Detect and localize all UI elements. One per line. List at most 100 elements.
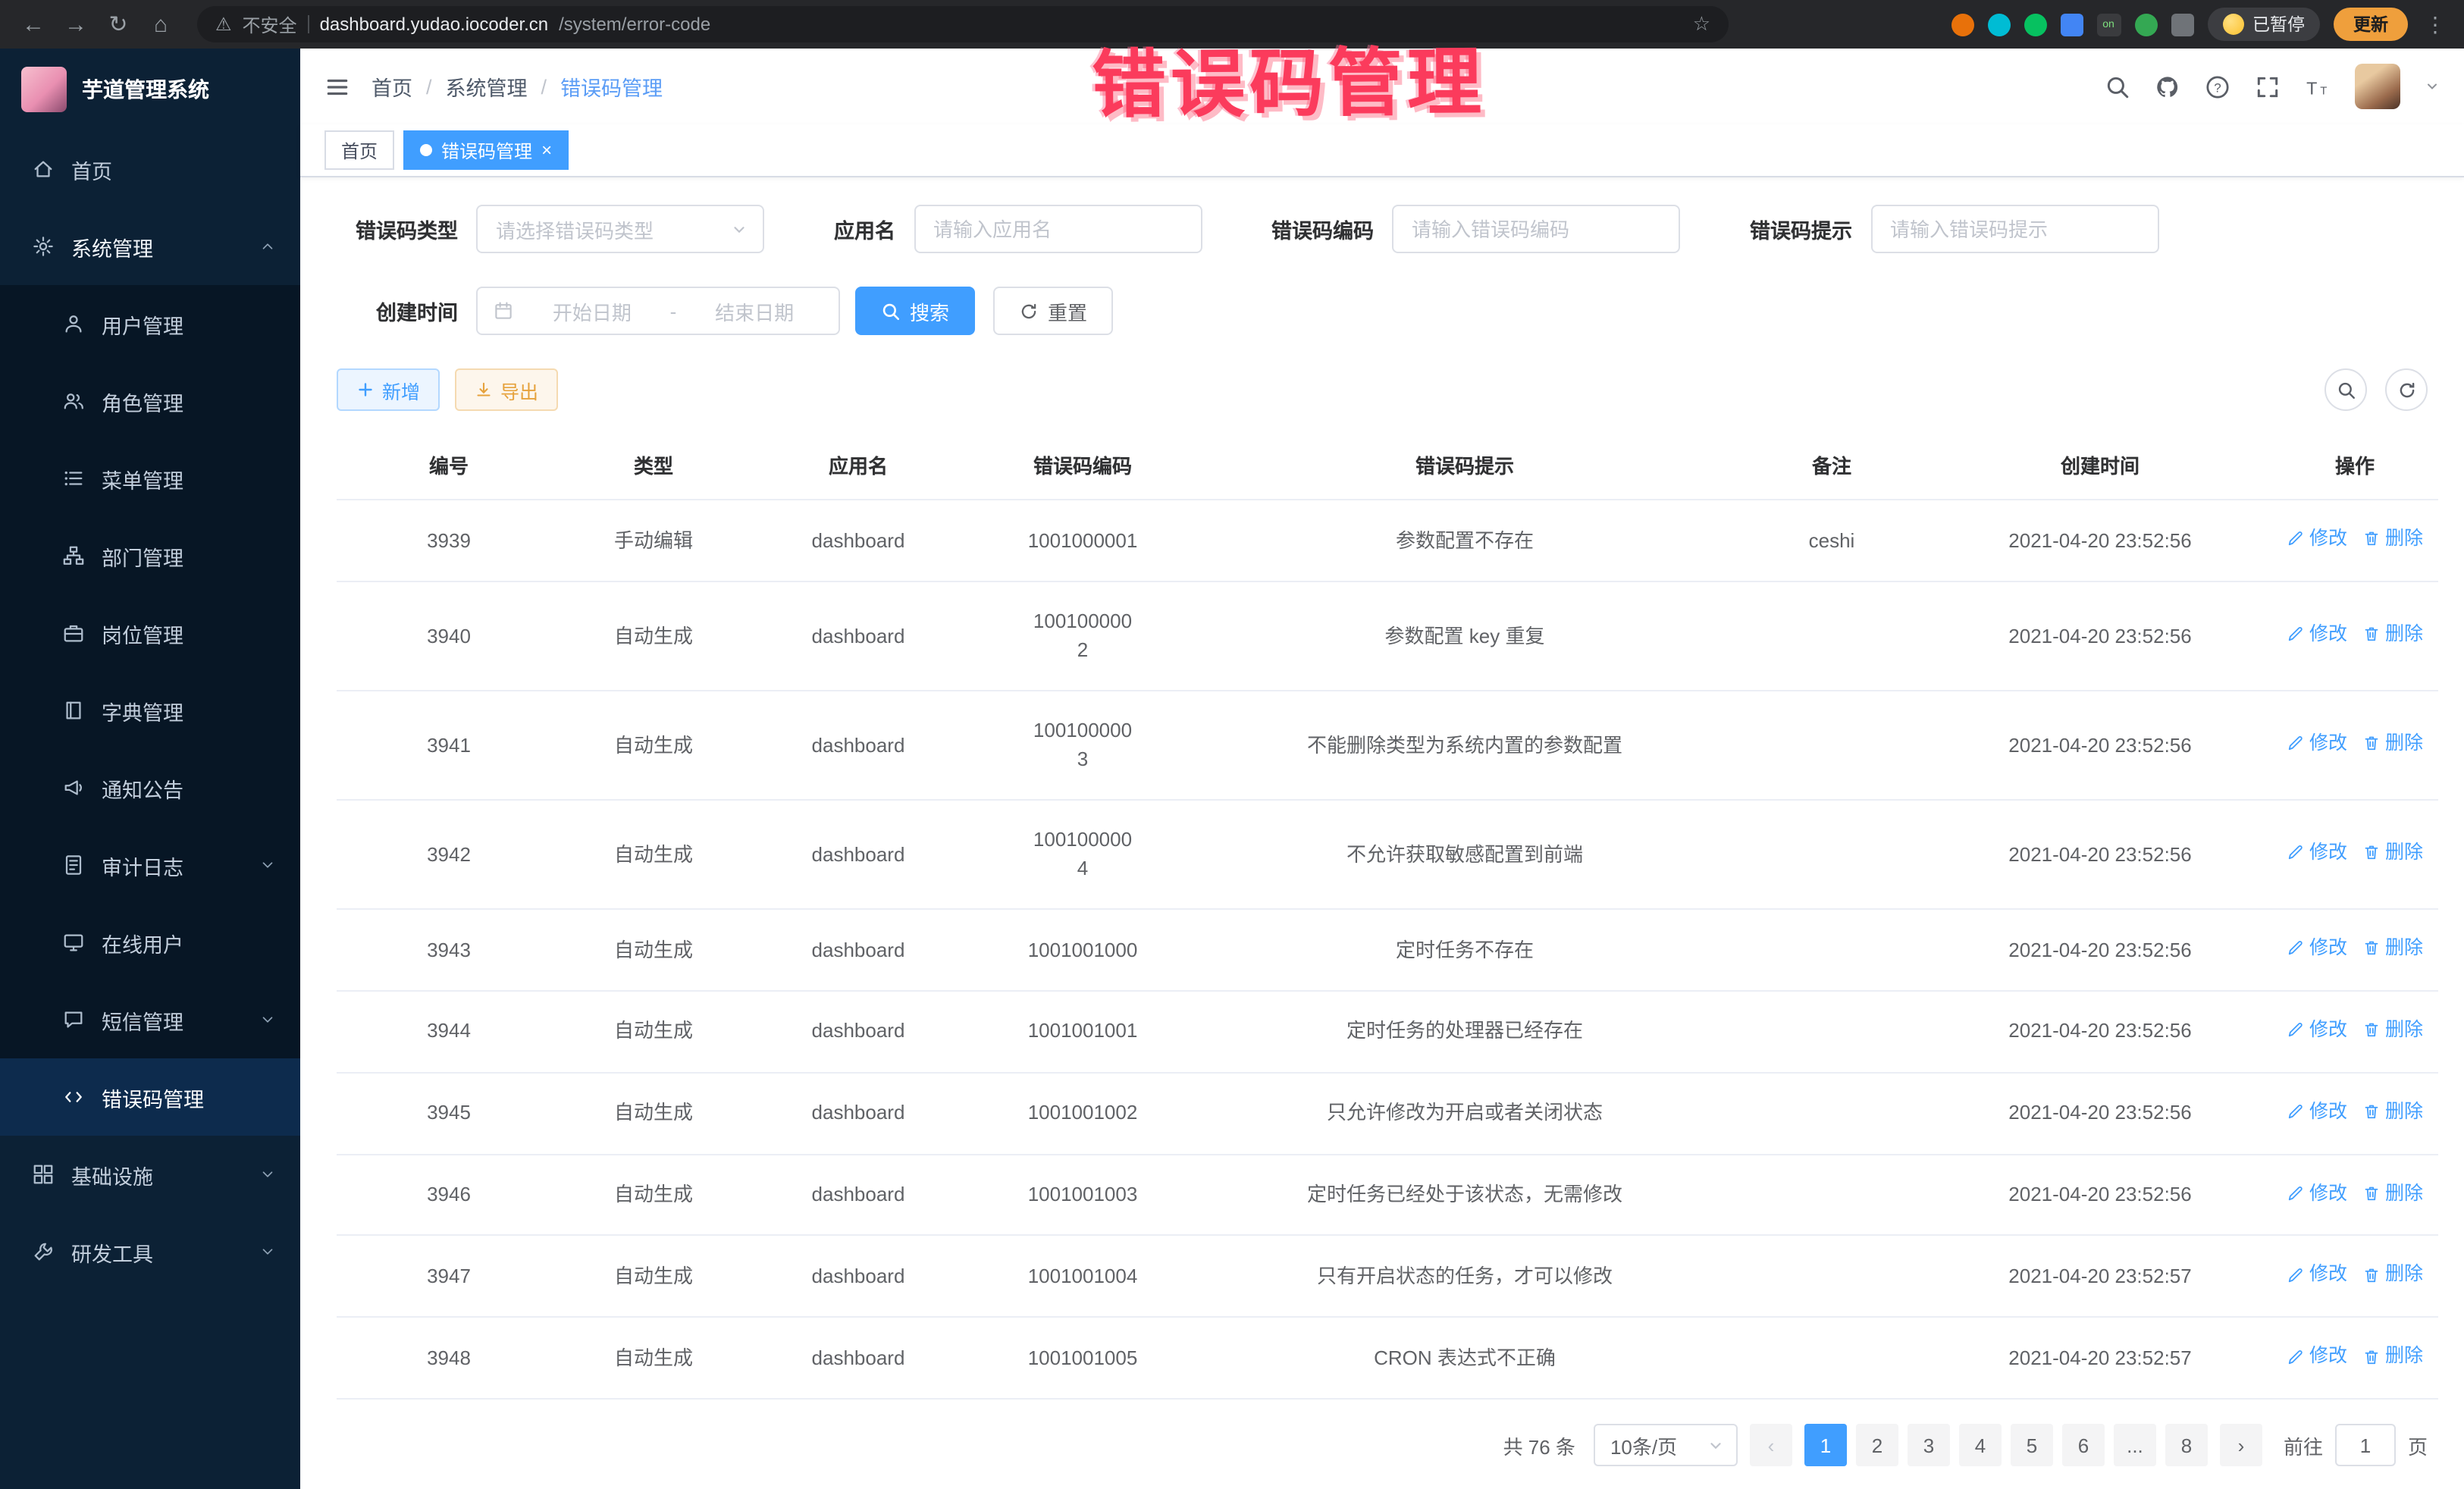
pagination-page-5[interactable]: 5 [2011, 1424, 2053, 1466]
extension-icon[interactable] [2134, 13, 2157, 36]
browser-refresh-icon[interactable]: ↻ [100, 6, 136, 42]
filter-error-code: 错误码编码 [1271, 205, 1680, 253]
sidebar-item-dict[interactable]: 字典管理 [0, 672, 300, 749]
extension-icon[interactable] [2024, 13, 2046, 36]
pagination-next-button[interactable]: › [2220, 1424, 2262, 1466]
pagination-page-2[interactable]: 2 [1856, 1424, 1898, 1466]
extension-icon[interactable]: on [2096, 13, 2121, 36]
profile-paused-badge[interactable]: 已暂停 [2207, 8, 2320, 41]
sidebar-item-system[interactable]: 系统管理 [0, 208, 300, 285]
github-icon[interactable] [2155, 74, 2180, 99]
edit-link[interactable]: 修改 [2287, 1016, 2347, 1045]
sidebar-item-menu[interactable]: 菜单管理 [0, 440, 300, 517]
delete-link[interactable]: 删除 [2362, 620, 2423, 649]
delete-link[interactable]: 删除 [2362, 839, 2423, 867]
browser-forward-icon[interactable]: → [58, 6, 94, 42]
delete-link[interactable]: 删除 [2362, 1016, 2423, 1045]
extension-icon[interactable] [1951, 13, 1973, 36]
reset-button[interactable]: 重置 [993, 287, 1113, 335]
sidebar-item-infra[interactable]: 基础设施 [0, 1136, 300, 1213]
cell-id: 3941 [337, 691, 561, 800]
app-name-input[interactable] [914, 205, 1202, 253]
delete-link[interactable]: 删除 [2362, 1097, 2423, 1126]
delete-link[interactable]: 删除 [2362, 1179, 2423, 1208]
pagination-page-4[interactable]: 4 [1959, 1424, 2002, 1466]
tab-error-code[interactable]: 错误码管理 × [403, 130, 569, 170]
cell-type: 自动生成 [561, 991, 746, 1073]
tab-home[interactable]: 首页 [324, 130, 394, 170]
address-bar[interactable]: ⚠ 不安全 dashboard.yudao.iocoder.cn/system/… [197, 6, 1729, 42]
error-code-input[interactable] [1392, 205, 1680, 253]
sidebar-item-user[interactable]: 用户管理 [0, 285, 300, 362]
delete-link[interactable]: 删除 [2362, 934, 2423, 963]
sidebar-item-role[interactable]: 角色管理 [0, 362, 300, 440]
user-avatar[interactable] [2355, 64, 2400, 109]
search-icon[interactable] [2105, 74, 2130, 99]
bookmark-star-icon[interactable]: ☆ [1693, 12, 1710, 36]
error-type-select[interactable]: 请选择错误码类型 [476, 205, 764, 253]
edit-link[interactable]: 修改 [2287, 729, 2347, 758]
sidebar-item-online[interactable]: 在线用户 [0, 904, 300, 981]
edit-link[interactable]: 修改 [2287, 1097, 2347, 1126]
tab-close-icon[interactable]: × [541, 141, 552, 159]
breadcrumb-home[interactable]: 首页 [371, 71, 412, 102]
cell-actions: 修改删除 [2271, 691, 2438, 800]
chrome-menu-icon[interactable]: ⋮ [2422, 11, 2449, 37]
delete-link[interactable]: 删除 [2362, 525, 2423, 553]
sidebar-item-audit[interactable]: 审计日志 [0, 826, 300, 904]
sidebar-item-tools[interactable]: 研发工具 [0, 1213, 300, 1290]
sidebar-item-notice[interactable]: 通知公告 [0, 749, 300, 826]
pagination-prev-button[interactable]: ‹ [1750, 1424, 1792, 1466]
font-size-icon[interactable]: TT [2305, 74, 2331, 99]
goto-page-input[interactable] [2335, 1424, 2396, 1466]
cell-remark [1735, 691, 1929, 800]
pagination-ellipsis[interactable]: ... [2114, 1424, 2156, 1466]
chevron-down-icon[interactable] [2425, 79, 2440, 94]
browser-back-icon[interactable]: ← [15, 6, 52, 42]
pagination-page-3[interactable]: 3 [1908, 1424, 1950, 1466]
cell-type: 自动生成 [561, 691, 746, 800]
sidebar-toggle-icon[interactable] [324, 74, 350, 99]
errorcode-icon [61, 1086, 85, 1108]
sidebar-item-post[interactable]: 岗位管理 [0, 594, 300, 672]
delete-link[interactable]: 删除 [2362, 1343, 2423, 1371]
date-range-picker[interactable]: 开始日期 - 结束日期 [476, 287, 840, 335]
toggle-search-button[interactable] [2324, 368, 2367, 411]
sidebar-item-sms[interactable]: 短信管理 [0, 981, 300, 1058]
refresh-table-button[interactable] [2385, 368, 2428, 411]
breadcrumb-system[interactable]: 系统管理 [446, 71, 528, 102]
help-icon[interactable]: ? [2205, 74, 2230, 99]
browser-home-icon[interactable]: ⌂ [143, 6, 179, 42]
page-size-select[interactable]: 10条/页 [1594, 1424, 1738, 1466]
delete-link[interactable]: 删除 [2362, 729, 2423, 758]
sidebar-item-errorcode[interactable]: 错误码管理 [0, 1058, 300, 1136]
add-button[interactable]: 新增 [337, 368, 440, 411]
error-message-input[interactable] [1870, 205, 2158, 253]
edit-link[interactable]: 修改 [2287, 934, 2347, 963]
fullscreen-icon[interactable] [2255, 74, 2281, 99]
pagination-page-1[interactable]: 1 [1804, 1424, 1847, 1466]
extension-icon[interactable] [2060, 13, 2083, 36]
edit-link[interactable]: 修改 [2287, 1343, 2347, 1371]
export-button[interactable]: 导出 [455, 368, 558, 411]
sidebar-item-home[interactable]: 首页 [0, 130, 300, 208]
extension-icon[interactable] [1987, 13, 2010, 36]
sidebar-item-dept[interactable]: 部门管理 [0, 517, 300, 594]
cell-message: 参数配置不存在 [1195, 500, 1735, 581]
pagination-page-6[interactable]: 6 [2062, 1424, 2105, 1466]
cell-actions: 修改删除 [2271, 800, 2438, 909]
search-button[interactable]: 搜索 [855, 287, 975, 335]
cell-type: 自动生成 [561, 800, 746, 909]
edit-link[interactable]: 修改 [2287, 839, 2347, 867]
edit-link[interactable]: 修改 [2287, 1261, 2347, 1290]
edit-link[interactable]: 修改 [2287, 525, 2347, 553]
edit-link[interactable]: 修改 [2287, 620, 2347, 649]
chrome-update-button[interactable]: 更新 [2334, 8, 2408, 41]
edit-link[interactable]: 修改 [2287, 1179, 2347, 1208]
table-row: 3946自动生成dashboard1001001003定时任务已经处于该状态，无… [337, 1154, 2438, 1236]
delete-link[interactable]: 删除 [2362, 1261, 2423, 1290]
extensions-puzzle-icon[interactable] [2171, 13, 2193, 36]
pagination-page-8[interactable]: 8 [2165, 1424, 2208, 1466]
app-logo[interactable]: 芋道管理系统 [0, 49, 300, 130]
cell-id: 3942 [337, 800, 561, 909]
